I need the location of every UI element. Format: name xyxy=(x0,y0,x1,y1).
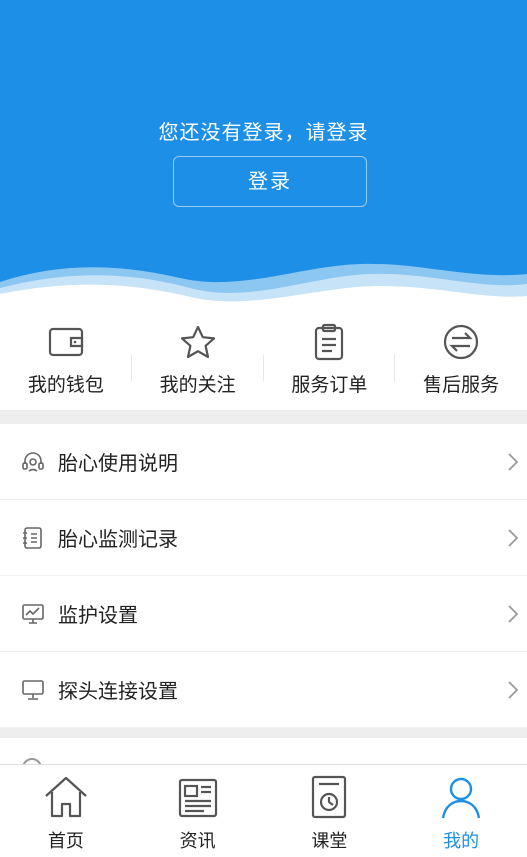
quick-action-wallet[interactable]: 我的钱包 xyxy=(0,310,132,410)
news-icon xyxy=(173,773,223,821)
headset-icon xyxy=(20,449,46,475)
tab-label: 首页 xyxy=(47,831,84,852)
quick-action-label: 我的钱包 xyxy=(27,374,104,396)
star-icon xyxy=(178,322,218,362)
section-gap xyxy=(0,410,527,424)
menu-item-monitor-records[interactable]: 胎心监测记录 xyxy=(0,500,527,576)
wallet-icon xyxy=(46,322,86,362)
chevron-right-icon xyxy=(508,681,519,699)
quick-action-follows[interactable]: 我的关注 xyxy=(132,310,264,410)
classroom-icon xyxy=(304,773,354,821)
menu-item-label: 监护设置 xyxy=(58,603,138,627)
menu-item-label: 胎心监测记录 xyxy=(58,527,178,551)
clipboard-icon xyxy=(309,322,349,362)
tab-news[interactable]: 资讯 xyxy=(132,765,264,857)
menu-item-label: 胎心使用说明 xyxy=(58,451,178,475)
tab-classroom[interactable]: 课堂 xyxy=(264,765,396,857)
menu-item-probe-connection[interactable]: 探头连接设置 xyxy=(0,652,527,728)
quick-actions: 我的钱包 我的关注 服务订单 售后服务 xyxy=(0,310,527,410)
menu-item-usage-guide[interactable]: 胎心使用说明 xyxy=(0,424,527,500)
login-prompt: 您还没有登录，请登录 xyxy=(158,120,369,144)
tab-label: 课堂 xyxy=(311,831,348,852)
exchange-icon xyxy=(441,322,481,362)
monitor-chart-icon xyxy=(20,601,46,627)
notebook-icon xyxy=(20,525,46,551)
quick-action-label: 我的关注 xyxy=(159,374,236,396)
section-gap xyxy=(0,728,527,738)
menu-item-label: 探头连接设置 xyxy=(58,679,178,703)
tab-label: 资讯 xyxy=(179,831,216,852)
chevron-right-icon xyxy=(508,529,519,547)
quick-action-label: 服务订单 xyxy=(291,374,368,396)
profile-header: 您还没有登录，请登录 登录 xyxy=(0,0,527,310)
wave-decoration xyxy=(0,263,527,310)
tab-label: 我的 xyxy=(443,831,480,852)
home-icon xyxy=(41,773,91,821)
tab-mine[interactable]: 我的 xyxy=(395,765,527,857)
tab-home[interactable]: 首页 xyxy=(0,765,132,857)
chevron-right-icon xyxy=(508,605,519,623)
desktop-icon xyxy=(20,677,46,703)
quick-action-label: 售后服务 xyxy=(423,374,500,396)
person-icon xyxy=(436,773,486,821)
menu-item-monitoring-settings[interactable]: 监护设置 xyxy=(0,576,527,652)
settings-menu: 胎心使用说明 胎心监测记录 监护设置 探头连接设置 xyxy=(0,424,527,728)
login-button[interactable]: 登录 xyxy=(173,156,367,207)
bottom-tab-bar: 首页 资讯 课堂 我的 xyxy=(0,764,527,857)
quick-action-after-sales[interactable]: 售后服务 xyxy=(395,310,527,410)
chevron-right-icon xyxy=(508,453,519,471)
quick-action-orders[interactable]: 服务订单 xyxy=(264,310,396,410)
